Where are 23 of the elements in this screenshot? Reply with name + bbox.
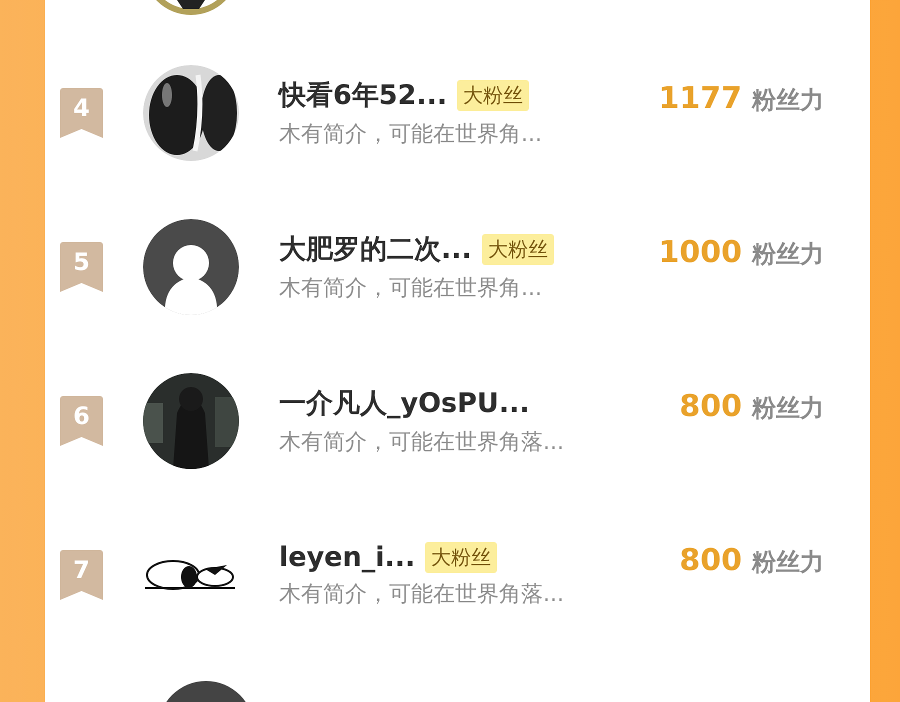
fan-score: 1000 [658,234,742,270]
score-unit: 粉丝力 [752,238,824,270]
fan-score: 1177 [658,80,742,116]
rank-ribbon: 7 [60,550,103,600]
user-name[interactable]: 一介凡人_yOsPU... [279,385,530,421]
fan-tag: 大粉丝 [457,80,530,110]
fan-tag: 大粉丝 [482,234,554,264]
user-bio: 木有简介，可能在世界角落... [279,580,565,608]
user-bio: 木有简介，可能在世界角... [279,275,543,303]
user-name[interactable]: leyen_i... [279,542,416,572]
user-name[interactable]: 快看6年52... [279,77,448,113]
score-unit: 粉丝力 [752,84,824,116]
user-bio: 木有简介，可能在世界角... [279,121,543,149]
fan-score: 800 [679,542,742,578]
rank-ribbon: 4 [60,88,103,138]
fan-tag: 大粉丝 [425,542,498,572]
fan-score: 800 [679,388,742,424]
rank-ribbon: 5 [60,242,103,292]
rank-ribbon: 6 [60,396,103,446]
score-unit: 粉丝力 [752,546,824,578]
user-bio: 木有简介，可能在世界角落... [279,429,565,457]
score-unit: 粉丝力 [752,392,824,424]
user-name[interactable]: 大肥罗的二次... [279,231,472,267]
